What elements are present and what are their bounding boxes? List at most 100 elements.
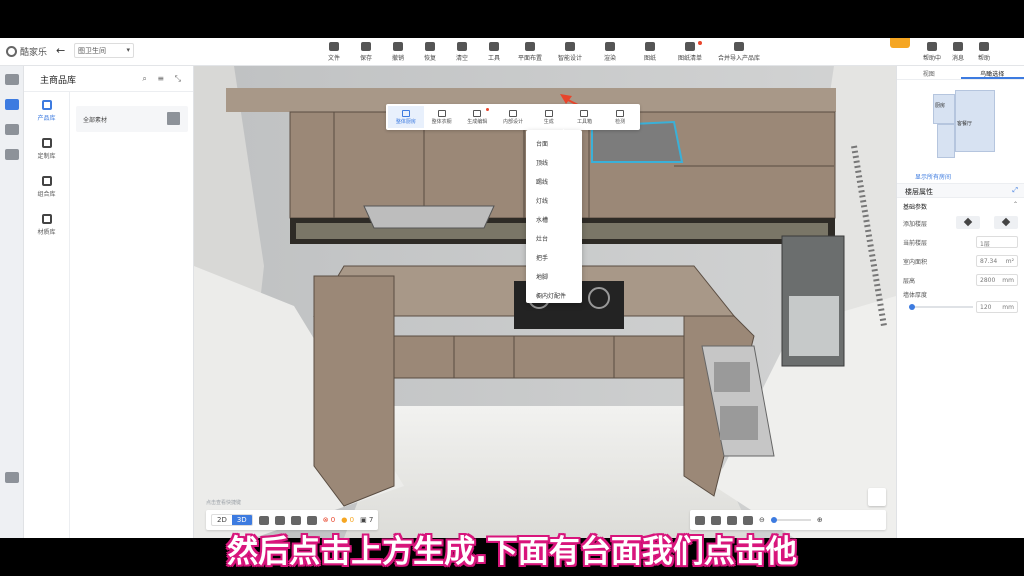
category-icon bbox=[41, 214, 52, 224]
dropdown-item[interactable]: 灯线 bbox=[526, 190, 582, 209]
user-icon[interactable] bbox=[4, 124, 19, 135]
dropdown-item[interactable]: 橱内灯配件 bbox=[526, 285, 582, 304]
tool-icon bbox=[489, 42, 499, 51]
category-item[interactable]: 定制库 bbox=[24, 130, 69, 168]
crown-icon[interactable] bbox=[4, 99, 19, 110]
home-icon[interactable] bbox=[4, 74, 19, 85]
expand-icon[interactable]: ⤢ bbox=[1012, 186, 1018, 195]
toolbar-eraser-button[interactable]: 清空 bbox=[446, 40, 478, 64]
store-icon[interactable] bbox=[4, 149, 19, 160]
subtool-0[interactable]: 整体厨房 bbox=[388, 106, 424, 128]
toolbar-redo-button[interactable]: 恢复 bbox=[414, 40, 446, 64]
slider-knob[interactable] bbox=[909, 304, 915, 310]
dropdown-item[interactable]: 把手 bbox=[526, 247, 582, 266]
camera-view-icon[interactable] bbox=[695, 515, 705, 525]
minimap-toggle-button[interactable] bbox=[868, 488, 886, 506]
subtool-2[interactable]: 生成编辑 bbox=[459, 106, 495, 128]
fullscreen-icon[interactable] bbox=[743, 515, 753, 525]
toolbar-smart-button[interactable]: 智能设计 bbox=[550, 40, 590, 64]
promo-badge[interactable] bbox=[890, 38, 910, 48]
search-icon[interactable]: ⌕ ≡ ⤡ bbox=[142, 74, 185, 84]
toolbar-label: 图纸清单 bbox=[677, 55, 702, 62]
question-button[interactable]: 帮助 bbox=[972, 40, 996, 64]
subtool-label: 整体衣橱 bbox=[431, 118, 452, 125]
minimap-room[interactable] bbox=[937, 124, 955, 158]
error-count[interactable]: ⊗ 0 bbox=[323, 516, 336, 524]
subtool-6[interactable]: 检测 bbox=[602, 106, 638, 128]
subtool-5[interactable]: 工具箱 bbox=[567, 106, 603, 128]
toolbar-list-button[interactable]: 图纸清单 bbox=[670, 40, 710, 64]
right-tabs: 视图 鸟瞰选择 bbox=[897, 66, 1024, 80]
view-mode-3d[interactable]: 3D bbox=[231, 515, 252, 525]
dropdown-item[interactable]: 地脚 bbox=[526, 266, 582, 285]
basic-params-header[interactable]: 基础参数 ⌃ bbox=[897, 198, 1024, 213]
add-floor-above-button[interactable] bbox=[956, 216, 980, 229]
zoom-in-icon[interactable]: ⊕ bbox=[817, 516, 823, 524]
main-tools: 文件 保存 撤销 恢复 清空 工具 平面布置 智能设计 渲染 图纸 图纸清单 合并导入产品库 bbox=[318, 40, 768, 64]
all-materials-item[interactable]: 全部素材 bbox=[76, 106, 188, 132]
layers-icon[interactable] bbox=[274, 515, 285, 525]
gauge-icon[interactable] bbox=[290, 515, 301, 525]
subtool-label: 工具箱 bbox=[576, 118, 592, 125]
frame-icon[interactable] bbox=[727, 515, 737, 525]
subtool-icon bbox=[616, 109, 625, 117]
help-button[interactable]: 帮助中 bbox=[920, 40, 944, 64]
zoom-slider[interactable] bbox=[770, 517, 811, 523]
toolbar-tool-button[interactable]: 工具 bbox=[478, 40, 510, 64]
toolbar-layout-button[interactable]: 平面布置 bbox=[510, 40, 550, 64]
toolbar-save-button[interactable]: 保存 bbox=[350, 40, 382, 64]
top-toolbar: 酷家乐 ← 图卫生间 ▾ 文件 保存 撤销 恢复 清空 工具 平面布置 智能设计 渲染 图纸 图纸清单… bbox=[0, 38, 1024, 66]
bell-button[interactable]: 消息 bbox=[946, 40, 970, 64]
right-tab[interactable]: 鸟瞰选择 bbox=[960, 66, 1024, 79]
toolbar-file-button[interactable]: 文件 bbox=[318, 40, 350, 64]
warning-count[interactable]: ● 0 bbox=[341, 516, 354, 524]
subtool-4[interactable]: 生成 bbox=[531, 106, 567, 128]
dropdown-item[interactable]: 水槽 bbox=[526, 209, 582, 228]
right-tab[interactable]: 视图 bbox=[897, 66, 961, 79]
property-value: 2800 bbox=[980, 277, 996, 284]
property-row: 层高 2800 mm bbox=[897, 270, 1024, 289]
dropdown-item[interactable]: 灶台 bbox=[526, 228, 582, 247]
property-row: 添加楼层 bbox=[897, 213, 1024, 232]
measure-icon[interactable] bbox=[306, 515, 317, 525]
property-value-field[interactable]: 120 mm bbox=[976, 301, 1018, 313]
category-item[interactable]: 组合库 bbox=[24, 168, 69, 206]
thickness-slider[interactable] bbox=[909, 304, 973, 310]
category-item[interactable]: 产品库 bbox=[24, 92, 69, 130]
subtool-icon bbox=[437, 109, 446, 117]
app-logo[interactable]: 酷家乐 bbox=[6, 45, 47, 58]
subtool-3[interactable]: 内部设计 bbox=[495, 106, 531, 128]
zoom-out-icon[interactable]: ⊖ bbox=[759, 516, 765, 524]
eye-icon[interactable] bbox=[258, 515, 269, 525]
import-icon bbox=[734, 42, 744, 51]
back-button[interactable]: ← bbox=[56, 44, 65, 57]
view-mode-2d[interactable]: 2D bbox=[212, 515, 232, 525]
minimap-room[interactable] bbox=[933, 94, 955, 124]
toolbar-label: 工具 bbox=[487, 55, 500, 62]
category-item[interactable]: 材质库 bbox=[24, 206, 69, 244]
toolbar-drawing-button[interactable]: 图纸 bbox=[630, 40, 670, 64]
property-value-field[interactable]: 2800 mm bbox=[976, 274, 1018, 286]
property-value-field[interactable]: 87.34 m² bbox=[976, 255, 1018, 267]
dropdown-item[interactable]: 顶线 bbox=[526, 152, 582, 171]
project-name-select[interactable]: 图卫生间 ▾ bbox=[74, 43, 134, 58]
fit-icon[interactable] bbox=[711, 515, 721, 525]
add-floor-below-button[interactable] bbox=[994, 216, 1018, 229]
toolbar-camera-button[interactable]: 渲染 bbox=[590, 40, 630, 64]
toolbar-undo-button[interactable]: 撤销 bbox=[382, 40, 414, 64]
dropdown-item[interactable]: 踢线 bbox=[526, 171, 582, 190]
toolbar-label: 智能设计 bbox=[557, 55, 582, 62]
floor-minimap[interactable]: 厨房 客餐厅 显示所有房间 bbox=[897, 80, 1024, 184]
property-value-field[interactable]: 1层 bbox=[976, 236, 1018, 248]
notes-icon[interactable] bbox=[4, 472, 19, 483]
item-count[interactable]: ▣ 7 bbox=[360, 516, 373, 524]
show-all-rooms-link[interactable]: 显示所有房间 bbox=[915, 172, 951, 181]
category-icon bbox=[41, 138, 52, 148]
subtool-1[interactable]: 整体衣橱 bbox=[424, 106, 460, 128]
question-icon bbox=[979, 42, 989, 51]
dropdown-item[interactable]: 台面 bbox=[526, 133, 582, 152]
toolbar-import-button[interactable]: 合并导入产品库 bbox=[710, 40, 768, 64]
logo-icon bbox=[6, 46, 17, 57]
property-value: 120 bbox=[980, 304, 992, 311]
redo-icon bbox=[425, 42, 435, 51]
